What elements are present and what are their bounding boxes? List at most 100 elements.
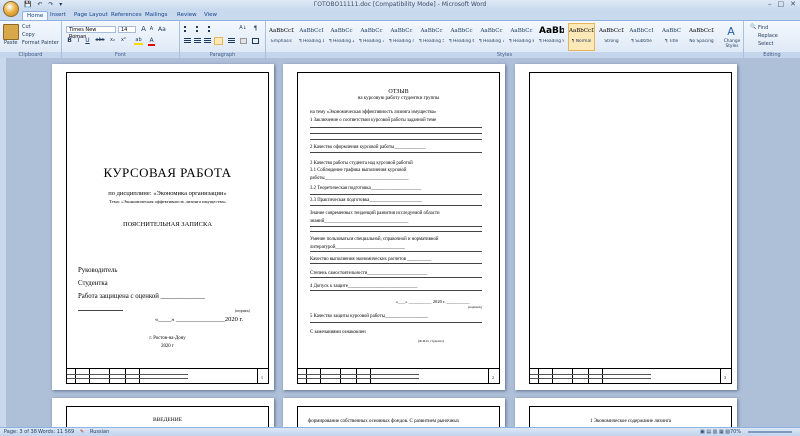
style-name: ¶ Heading 7 [479,39,504,44]
format-painter-button[interactable]: Format Painter [22,40,59,46]
cut-button[interactable]: Cut [22,24,31,30]
style-tile[interactable]: AaBbCcDt Emphasis [268,23,295,51]
stamp-divider [257,369,258,383]
stamp-divider [125,369,126,383]
stamp-row [298,378,419,379]
align-right-icon[interactable] [204,38,211,44]
show-marks-button[interactable]: ¶ [252,25,259,32]
change-case-button[interactable]: Aa [158,26,166,33]
review-form-line: Степень самостоятельности_______________… [310,271,428,276]
body-text-line: формирование собственных основных фондов… [308,419,460,424]
stamp-divider [320,369,321,383]
style-tile[interactable]: AaBbCc ¶ Heading 5 [418,23,445,51]
shrink-font-button[interactable]: A [148,26,155,32]
style-tile[interactable]: AaBbCc ¶ Heading 7 [478,23,505,51]
review-form-line: Качество выполнения экономических расчет… [310,257,432,262]
style-tile[interactable]: AaBbCcDc ¶ Normal [568,23,595,51]
chapter-heading: 1 Экономическое содержание лизинга [589,419,672,424]
tab-mailings[interactable]: Mailings [141,11,172,20]
superscript-button[interactable]: x² [119,37,128,43]
style-tile[interactable]: AaBbCcDc Strong [598,23,625,51]
page-6[interactable]: 1 Экономическое содержание лизинга [515,398,737,428]
review-topic: на тему «Экономическая эффективность лиз… [310,110,437,115]
strikethrough-button[interactable]: abc [94,37,106,43]
stamp-divider [488,369,489,383]
page-number: 1 [261,375,263,380]
form-blank-line [310,194,482,195]
italic-button[interactable]: I [75,37,82,44]
borders-icon[interactable] [252,38,259,44]
stamp-divider [602,369,603,383]
form-blank-line [310,127,482,128]
style-name: ¶ Normal [571,39,592,44]
review-subtitle: на курсовую работу студентки группы [357,96,440,101]
paste-button[interactable]: Paste [4,40,18,46]
office-button[interactable] [3,1,19,17]
page-4[interactable]: ВВЕДЕНИЕ [52,398,274,428]
bullets-icon[interactable] [184,26,194,32]
maximize-button[interactable]: □ [778,0,785,8]
style-tile[interactable]: AaBbCc ¶ Heading 8 [508,23,535,51]
tab-page-layout[interactable]: Page Layout [70,11,112,20]
tab-insert[interactable]: Insert [46,11,70,20]
zoom-slider[interactable] [748,431,792,433]
change-styles-button[interactable]: Change Styles [721,39,743,49]
shading-icon[interactable] [240,38,247,44]
multilevel-list-icon[interactable] [208,26,218,32]
tab-view[interactable]: View [200,11,221,20]
form-blank-line [310,251,482,252]
style-sample: AaBbCcDc [689,28,714,34]
page-number: 2 [492,375,494,380]
style-sample: AaBbCc [390,28,413,34]
align-left-icon[interactable] [184,38,191,44]
page-2[interactable]: ОТЗЫВ на курсовую работу студентки групп… [283,64,505,390]
signature-line [78,310,123,311]
style-tile[interactable]: AaBbCcDc No Spacing [688,23,715,51]
paste-icon[interactable] [3,24,19,40]
style-tile[interactable]: AaBbCc ¶ Heading 3 [358,23,385,51]
style-tile[interactable]: AaBbCc ¶ Heading 4 [388,23,415,51]
font-color-button[interactable]: A [148,37,155,46]
sort-button[interactable]: A↓ [238,25,248,31]
font-group: Times New Roman 14 A A Aa B I U abc x₂ x… [62,21,180,58]
line-spacing-icon[interactable] [228,38,235,44]
style-name: ¶ Heading 1 [299,39,324,44]
style-tile[interactable]: AaBbCcI ¶ Subtitle [628,23,655,51]
style-name: No Spacing [689,39,714,44]
tab-references[interactable]: References [107,11,146,20]
page-5[interactable]: формирование собственных основных фондов… [283,398,505,428]
style-tile[interactable]: AaBbCcI ¶ Heading 1 [298,23,325,51]
style-name: ¶ Heading 8 [509,39,534,44]
bold-button[interactable]: B [66,37,73,44]
font-name-select[interactable]: Times New Roman [66,26,116,40]
page-3[interactable]: 3 [515,64,737,390]
style-name: ¶ Heading 3 [359,39,384,44]
style-tile[interactable]: AaBb ¶ Heading 9 [538,23,565,51]
align-center-icon[interactable] [194,38,201,44]
subscript-button[interactable]: x₂ [108,37,117,43]
justify-icon[interactable] [214,37,223,45]
stamp-divider [109,369,110,383]
replace-button[interactable]: Replace [758,33,778,39]
style-tile[interactable]: AaBbC ¶ Title [658,23,685,51]
close-button[interactable]: ✕ [790,0,796,8]
style-tile[interactable]: AaBbCc ¶ Heading 2 [328,23,355,51]
select-button[interactable]: Select [758,41,773,47]
review-form-line: литературой_____________________________ [310,245,405,250]
underline-button[interactable]: U [84,37,91,44]
stamp-divider [75,369,76,383]
copy-button[interactable]: Copy [22,32,35,38]
page-frame: 3 [529,72,732,384]
find-button[interactable]: Find [758,25,768,31]
style-name: ¶ Heading 4 [389,39,414,44]
tab-review[interactable]: Review [173,11,201,20]
grow-font-button[interactable]: A [140,25,147,33]
year-text: 2020 г [161,344,174,349]
font-size-select[interactable]: 14 [118,26,136,33]
highlight-button[interactable]: ab [134,37,143,45]
style-tile[interactable]: AaBbCc ¶ Heading 6 [448,23,475,51]
page-1[interactable]: КУРСОВАЯ РАБОТА по дисциплине: «Экономик… [52,64,274,390]
minimize-button[interactable]: – [768,0,772,8]
change-styles-icon[interactable]: A [722,25,740,39]
numbering-icon[interactable] [196,26,206,32]
